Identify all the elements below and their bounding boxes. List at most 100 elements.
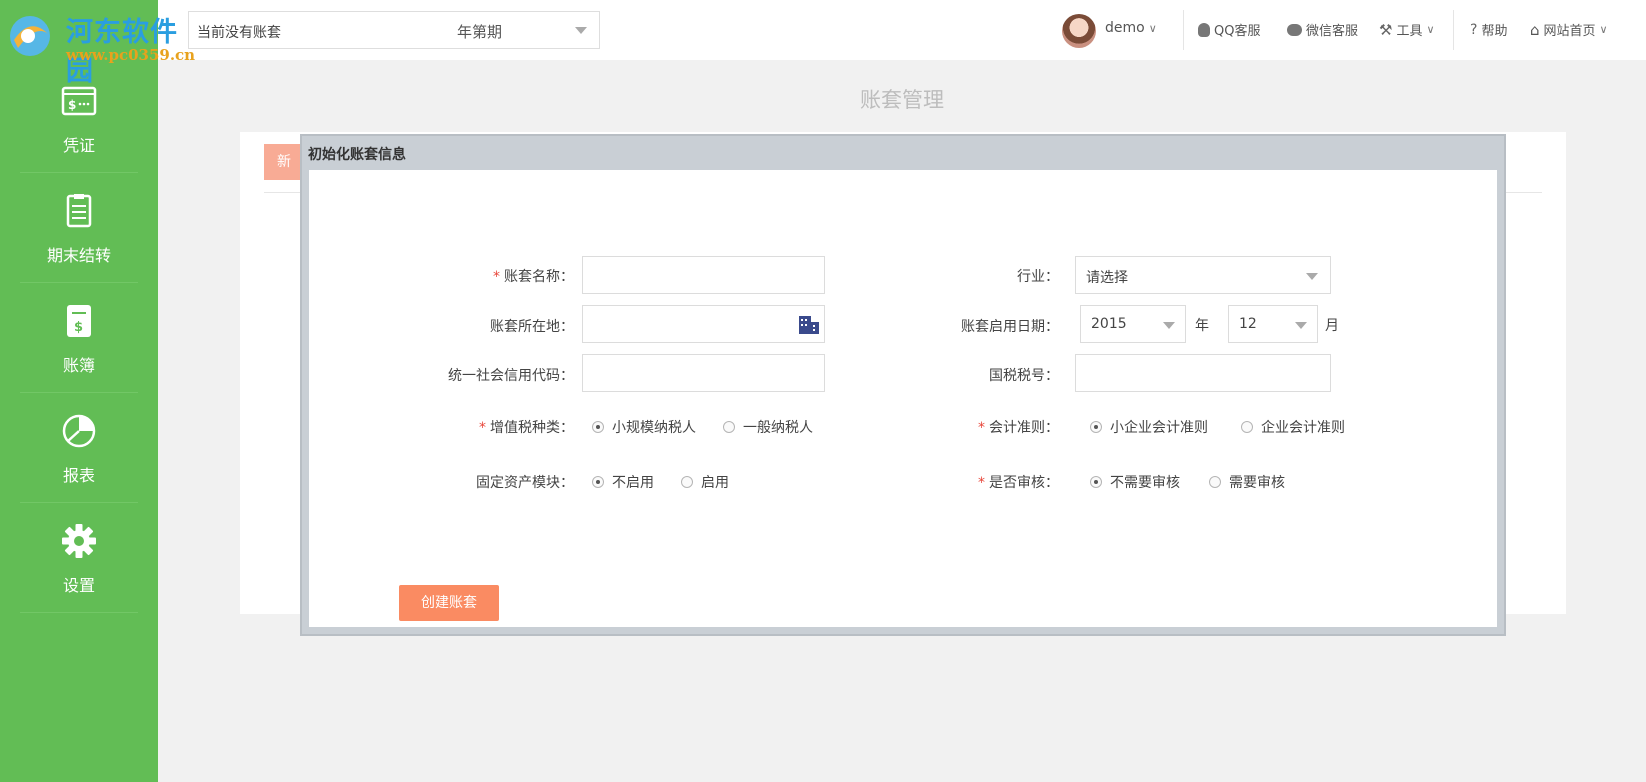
radio-label: 一般纳税人 <box>743 420 813 436</box>
no-audit-radio[interactable]: 不需要审核 <box>1090 472 1180 492</box>
sidebar-item-label: 报表 <box>62 466 95 485</box>
need-audit-radio[interactable]: 需要审核 <box>1209 472 1285 492</box>
user-name: demo <box>1105 20 1145 36</box>
tools-label: 工具 <box>1396 24 1423 39</box>
watermark-logo: 河东软件园 www.pc0359.cn <box>0 0 200 87</box>
divider <box>1183 10 1184 50</box>
fixed-assets-label: 固定资产模块： <box>476 475 574 491</box>
question-icon: ? <box>1470 21 1478 38</box>
account-name-input[interactable] <box>582 256 825 294</box>
chevron-down-icon <box>1295 322 1307 329</box>
audit-label-text: 是否审核： <box>989 475 1059 491</box>
radio-label: 不需要审核 <box>1110 475 1180 491</box>
chevron-down-icon: ∨ <box>1148 21 1157 35</box>
top-bar: 当前没有账套 年第期 demo ∨ QQ客服 微信客服 ⚒ 工具 ∨ ? 帮助 … <box>158 0 1646 60</box>
credit-code-input[interactable] <box>582 354 825 392</box>
sidebar-item-period-end[interactable]: 期末结转 <box>20 172 138 283</box>
help-link[interactable]: ? 帮助 <box>1470 20 1508 40</box>
radio-label: 小企业会计准则 <box>1110 420 1208 436</box>
account-name-label: * 账套名称： <box>493 266 574 286</box>
start-year-select[interactable]: 2015 <box>1080 305 1186 343</box>
sidebar-item-label: 期末结转 <box>46 246 111 265</box>
wrench-icon: ⚒ <box>1379 20 1393 39</box>
dialog-body: * 账套名称： 账套所在地： 统一社会信用代码： * 增值税种类： 小规模纳税人 一… <box>309 170 1497 627</box>
vat-general-radio[interactable]: 一般纳税人 <box>723 417 813 437</box>
location-label: 账套所在地： <box>490 319 574 335</box>
create-account-set-button[interactable]: 创建账套 <box>399 585 499 621</box>
pie-chart-icon <box>62 414 96 448</box>
gear-icon <box>62 524 96 558</box>
start-month-select[interactable]: 12 <box>1228 305 1318 343</box>
radio-label: 企业会计准则 <box>1261 420 1345 436</box>
tax-number-input[interactable] <box>1075 354 1331 392</box>
wechat-icon <box>1287 23 1302 36</box>
home-icon: ⌂ <box>1530 20 1540 39</box>
init-account-set-dialog: 初始化账套信息 * 账套名称： 账套所在地： 统一社会信用代码： * 增值税种类： … <box>300 134 1506 636</box>
radio-unselected-icon <box>681 476 693 488</box>
svg-text:$: $ <box>68 98 76 112</box>
account-set-select[interactable]: 当前没有账套 <box>188 11 600 49</box>
industry-select-value: 请选择 <box>1086 270 1128 286</box>
start-date-label: 账套启用日期： <box>961 319 1059 335</box>
month-unit: 月 <box>1325 318 1339 334</box>
tools-menu[interactable]: ⚒ 工具 ∨ <box>1379 20 1435 40</box>
site-home-link[interactable]: ⌂ 网站首页 ∨ <box>1530 20 1608 40</box>
avatar[interactable] <box>1062 14 1096 48</box>
chevron-down-icon <box>1306 273 1318 280</box>
small-enterprise-standard-radio[interactable]: 小企业会计准则 <box>1090 417 1208 437</box>
account-set-select-value: 当前没有账套 <box>197 25 281 41</box>
radio-label: 启用 <box>701 475 729 491</box>
start-year-value: 2015 <box>1091 316 1127 332</box>
radio-unselected-icon <box>723 421 735 433</box>
period-label: 年第期 <box>457 23 503 41</box>
wechat-service-label: 微信客服 <box>1306 24 1359 39</box>
new-account-set-button[interactable]: 新 <box>264 144 304 180</box>
dialog-title: 初始化账套信息 <box>308 147 406 163</box>
location-input[interactable] <box>582 305 825 343</box>
qq-service-link[interactable]: QQ客服 <box>1198 20 1260 39</box>
radio-selected-icon <box>592 476 604 488</box>
radio-selected-icon <box>1090 421 1102 433</box>
chevron-down-icon: ∨ <box>1426 23 1435 36</box>
help-label: 帮助 <box>1481 24 1508 39</box>
enterprise-standard-radio[interactable]: 企业会计准则 <box>1241 417 1345 437</box>
vat-type-label-text: 增值税种类： <box>490 420 574 436</box>
page-title: 账套管理 <box>860 88 944 112</box>
credit-code-label: 统一社会信用代码： <box>448 368 574 384</box>
divider <box>1453 10 1454 50</box>
industry-label: 行业： <box>1017 269 1059 285</box>
required-marker: * <box>493 269 500 285</box>
sidebar-item-settings[interactable]: 设置 <box>20 502 138 613</box>
sidebar-item-label: 账簿 <box>62 356 95 375</box>
industry-select[interactable]: 请选择 <box>1075 256 1331 294</box>
tax-number-label: 国税税号： <box>989 368 1059 384</box>
sidebar-item-reports[interactable]: 报表 <box>20 392 138 503</box>
sidebar-item-ledger[interactable]: $ 账簿 <box>20 282 138 393</box>
penguin-icon <box>1198 22 1210 37</box>
qq-service-label: QQ客服 <box>1214 24 1261 39</box>
radio-label: 小规模纳税人 <box>612 420 696 436</box>
wechat-service-link[interactable]: 微信客服 <box>1287 20 1358 39</box>
radio-unselected-icon <box>1241 421 1253 433</box>
audit-label: * 是否审核： <box>978 472 1059 492</box>
accounting-standard-label-text: 会计准则： <box>989 420 1059 436</box>
sidebar: $ 凭证 期末结转 $ 账簿 报表 设置 <box>0 0 158 782</box>
chevron-down-icon <box>1163 322 1175 329</box>
fixed-assets-enabled-radio[interactable]: 启用 <box>681 472 729 492</box>
required-marker: * <box>978 420 985 436</box>
radio-unselected-icon <box>1209 476 1221 488</box>
user-menu[interactable]: demo ∨ <box>1105 20 1157 36</box>
chevron-down-icon <box>575 27 587 34</box>
vat-type-label: * 增值税种类： <box>479 417 574 437</box>
sidebar-item-label: 凭证 <box>62 136 95 155</box>
vat-small-scale-radio[interactable]: 小规模纳税人 <box>592 417 696 437</box>
start-month-value: 12 <box>1239 316 1257 332</box>
radio-label: 不启用 <box>612 475 654 491</box>
radio-selected-icon <box>1090 476 1102 488</box>
required-marker: * <box>479 420 486 436</box>
building-icon[interactable] <box>798 314 820 334</box>
site-home-label: 网站首页 <box>1543 24 1596 39</box>
year-unit: 年 <box>1195 318 1209 334</box>
fixed-assets-disabled-radio[interactable]: 不启用 <box>592 472 654 492</box>
watermark-url: www.pc0359.cn <box>66 46 196 64</box>
